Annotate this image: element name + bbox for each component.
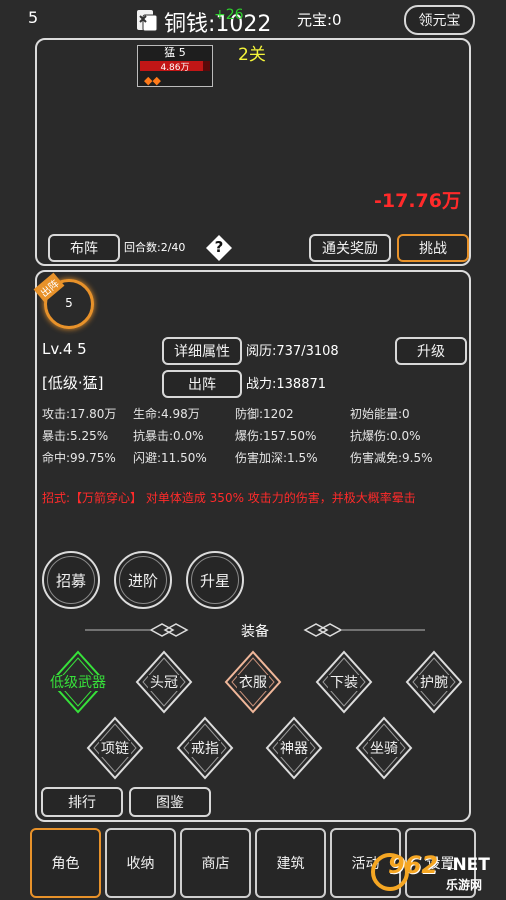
tab-building-label: 建筑 bbox=[276, 856, 305, 872]
equipment-divider: 装备 bbox=[85, 619, 425, 641]
stat-crit-resist: 抗暴击:0.0% bbox=[133, 429, 204, 443]
hero-grade-name: [低级·猛] bbox=[42, 374, 104, 392]
advance-label: 进阶 bbox=[127, 571, 158, 590]
tab-building[interactable]: 建筑 bbox=[255, 828, 326, 898]
deploy-button[interactable]: 出阵 bbox=[162, 370, 242, 398]
watermark-site: 乐游网 bbox=[446, 878, 483, 892]
recruit-button[interactable]: 招募 bbox=[42, 551, 100, 609]
advance-button[interactable]: 进阶 bbox=[114, 551, 172, 609]
damage-popup: -17.76万 bbox=[374, 190, 461, 212]
tab-character-label: 角色 bbox=[51, 856, 80, 872]
stat-crit: 暴击:5.25% bbox=[42, 429, 109, 443]
stat-hp: 生命:4.98万 bbox=[133, 407, 200, 421]
slot-necklace-label: 项链 bbox=[99, 741, 131, 757]
help-icon[interactable]: ? bbox=[205, 234, 233, 262]
slot-weapon-label: 低级武器 bbox=[48, 675, 108, 691]
upgrade-button[interactable]: 升级 bbox=[395, 337, 467, 365]
clear-reward-button[interactable]: 通关奖励 bbox=[309, 234, 391, 262]
stat-initial-energy: 初始能量:0 bbox=[350, 407, 410, 421]
slot-weapon[interactable]: 低级武器 bbox=[33, 650, 123, 714]
challenge-button[interactable]: 挑战 bbox=[397, 234, 469, 262]
recruit-label: 招募 bbox=[55, 571, 86, 590]
codex-button[interactable]: 图鉴 bbox=[129, 787, 211, 817]
star-up-button[interactable]: 升星 bbox=[186, 551, 244, 609]
tab-shop-label: 商店 bbox=[201, 856, 230, 872]
stat-damage-reduction: 伤害减免:9.5% bbox=[350, 451, 433, 465]
slot-crown-label: 头冠 bbox=[148, 675, 180, 691]
tab-character[interactable]: 角色 bbox=[30, 828, 101, 898]
equipment-title: 装备 bbox=[241, 624, 269, 640]
watermark-logo: 962 .NET 乐游网 bbox=[370, 846, 502, 896]
tab-shop[interactable]: 商店 bbox=[180, 828, 251, 898]
slot-mount-label: 坐骑 bbox=[368, 741, 400, 757]
coins-gain: +26 bbox=[214, 7, 244, 23]
hero-power: 战力:138871 bbox=[246, 377, 327, 392]
slot-bracer[interactable]: 护腕 bbox=[389, 650, 479, 714]
coin-icon bbox=[133, 7, 159, 33]
help-icon-glyph: ? bbox=[214, 238, 224, 256]
enemy-hp-value: 4.86万 bbox=[160, 63, 190, 73]
rank-button[interactable]: 排行 bbox=[41, 787, 123, 817]
stage-label: 2关 bbox=[238, 45, 266, 65]
stat-crit-damage: 爆伤:157.50% bbox=[235, 429, 317, 443]
slot-artifact[interactable]: 神器 bbox=[249, 716, 339, 780]
enemy-card[interactable]: 猛 5 4.86万 ◆◆ bbox=[137, 45, 213, 87]
tab-storage[interactable]: 收纳 bbox=[105, 828, 176, 898]
hero-avatar-number: 5 bbox=[65, 296, 73, 310]
slot-ring[interactable]: 戒指 bbox=[160, 716, 250, 780]
tab-storage-label: 收纳 bbox=[126, 856, 155, 872]
enemy-name: 猛 5 bbox=[164, 46, 186, 59]
hero-experience: 阅历:737/3108 bbox=[246, 344, 339, 359]
stat-hit: 命中:99.75% bbox=[42, 451, 116, 465]
slot-bracer-label: 护腕 bbox=[418, 675, 450, 691]
slot-ring-label: 戒指 bbox=[189, 741, 221, 757]
slot-mount[interactable]: 坐骑 bbox=[339, 716, 429, 780]
slot-pants[interactable]: 下装 bbox=[299, 650, 389, 714]
stat-damage-boost: 伤害加深:1.5% bbox=[235, 451, 318, 465]
watermark-domain: .NET bbox=[446, 855, 490, 875]
slot-clothes-label: 衣服 bbox=[237, 675, 269, 691]
enemy-buff-icons: ◆◆ bbox=[144, 74, 161, 87]
battle-panel bbox=[35, 38, 471, 266]
slot-artifact-label: 神器 bbox=[278, 741, 310, 757]
slot-crown[interactable]: 头冠 bbox=[119, 650, 209, 714]
enemy-hp-bar: 4.86万 bbox=[140, 61, 210, 73]
slot-pants-label: 下装 bbox=[328, 675, 360, 691]
detail-attributes-button[interactable]: 详细属性 bbox=[162, 337, 242, 365]
stat-attack: 攻击:17.80万 bbox=[42, 407, 117, 421]
hero-level: Lv.4 5 bbox=[42, 340, 87, 358]
round-counter: 回合数:2/40 bbox=[124, 241, 186, 254]
slot-clothes[interactable]: 衣服 bbox=[208, 650, 298, 714]
yuanbao-amount: 元宝:0 bbox=[297, 11, 342, 29]
stat-dodge: 闪避:11.50% bbox=[133, 451, 207, 465]
level-counter: 5 bbox=[28, 8, 39, 27]
star-up-label: 升星 bbox=[199, 571, 230, 590]
formation-button[interactable]: 布阵 bbox=[48, 234, 120, 262]
stat-crit-damage-resist: 抗爆伤:0.0% bbox=[350, 429, 421, 443]
skill-description: 招式:【万箭穿心】 对单体造成 350% 攻击力的伤害，并极大概率晕击 bbox=[42, 491, 416, 505]
watermark-number: 962 bbox=[388, 851, 439, 879]
claim-yuanbao-button[interactable]: 领元宝 bbox=[404, 5, 475, 35]
stat-defense: 防御:1202 bbox=[235, 407, 294, 421]
slot-necklace[interactable]: 项链 bbox=[70, 716, 160, 780]
